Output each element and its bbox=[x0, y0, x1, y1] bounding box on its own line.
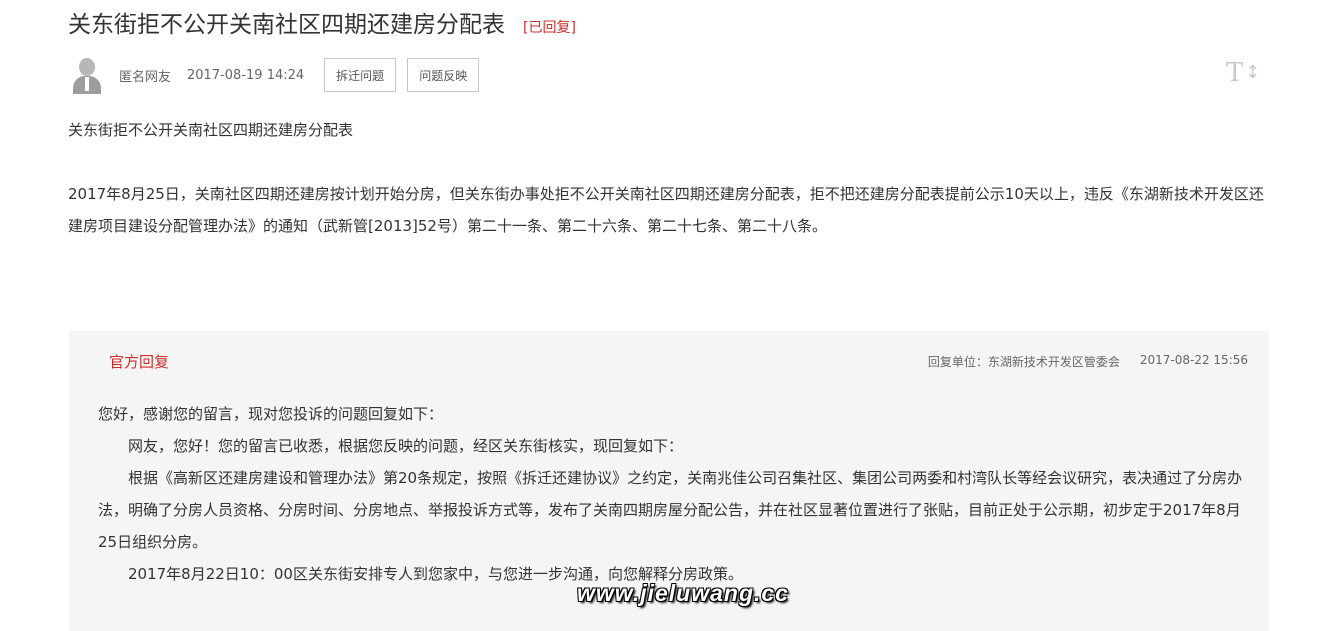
reply-paragraph: 您好，感谢您的留言，现对您投诉的问题回复如下： bbox=[98, 405, 444, 423]
post-meta: 匿名网友 2017-08-19 14:24 拆迁问题 问题反映 bbox=[72, 56, 480, 94]
reply-label: 官方回复 bbox=[109, 353, 170, 371]
post-header: 关东街拒不公开关南社区四期还建房分配表 [已回复] bbox=[68, 5, 576, 39]
tag-demolition[interactable]: 拆迁问题 bbox=[324, 58, 397, 92]
avatar bbox=[72, 56, 102, 94]
watermark: www.jieluwang.cc bbox=[577, 580, 789, 606]
tag-problem-report[interactable]: 问题反映 bbox=[407, 58, 480, 92]
reply-body: 您好，感谢您的留言，现对您投诉的问题回复如下： 网友，您好！您的留言已收悉，根据… bbox=[98, 398, 1248, 590]
reply-unit: 回复单位：东湖新技术开发区管委会 bbox=[927, 355, 1120, 369]
text-size-icon[interactable]: T ↕ bbox=[1226, 58, 1260, 88]
body-title: 关东街拒不公开关南社区四期还建房分配表 bbox=[68, 121, 354, 139]
reply-meta: 回复单位：东湖新技术开发区管委会 2017-08-22 15:56 bbox=[928, 353, 1248, 370]
body-paragraph: 2017年8月25日，关南社区四期还建房按计划开始分房，但关东街办事处拒不公开关… bbox=[68, 185, 1264, 235]
reply-date: 2017-08-22 15:56 bbox=[1139, 353, 1248, 367]
status-badge: [已回复] bbox=[523, 20, 576, 36]
post-date: 2017-08-19 14:24 bbox=[187, 67, 305, 83]
page-title: 关东街拒不公开关南社区四期还建房分配表 bbox=[68, 12, 505, 38]
author-name: 匿名网友 bbox=[119, 69, 172, 85]
reply-paragraph: 根据《高新区还建房建设和管理办法》第20条规定，按照《拆迁还建协议》之约定，关南… bbox=[98, 469, 1243, 551]
reply-paragraph: 网友，您好！您的留言已收悉，根据您反映的问题，经区关东街核实，现回复如下： bbox=[128, 437, 684, 455]
